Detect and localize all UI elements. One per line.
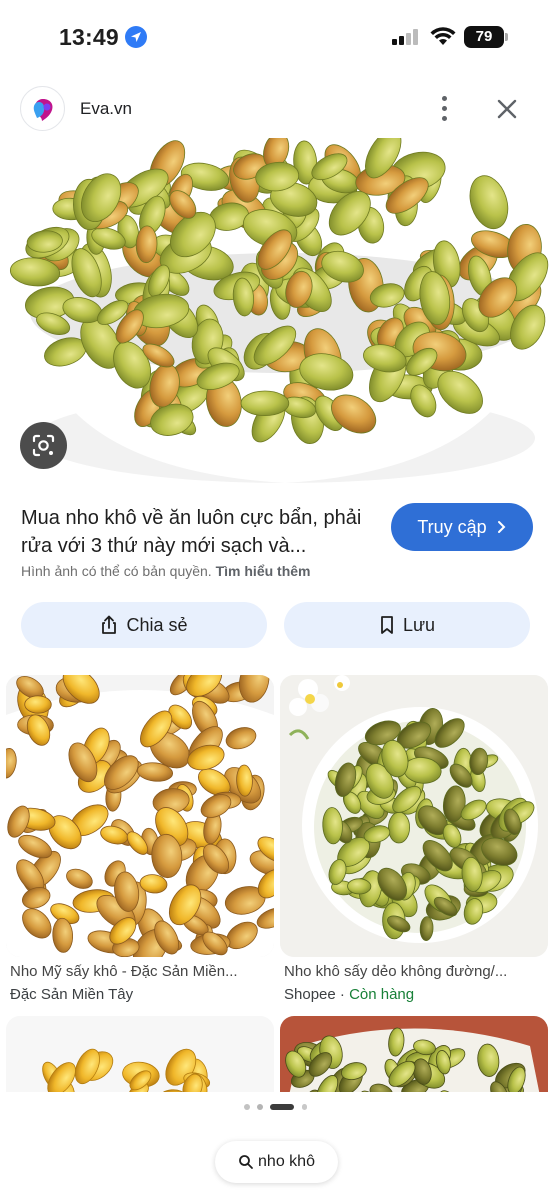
bookmark-icon (381, 616, 393, 634)
search-query: nho khô (258, 1153, 315, 1170)
close-icon[interactable] (492, 94, 522, 124)
wifi-icon (430, 27, 456, 45)
location-icon (125, 26, 147, 48)
visit-button[interactable]: Truy cập (391, 503, 533, 551)
related-caption-2[interactable]: Nho khô sấy dẻo không đường/... (284, 963, 546, 980)
related-source-2: Shopee · Còn hàng (284, 986, 414, 1003)
more-vertical-icon[interactable] (433, 94, 457, 124)
share-button[interactable]: Chia sẻ (21, 602, 267, 648)
learn-more-link[interactable]: Tìm hiểu thêm (216, 563, 311, 579)
share-label: Chia sẻ (126, 614, 188, 635)
result-title[interactable]: Mua nho khô về ăn luôn cực bẩn, phải rửa… (21, 504, 373, 560)
status-time: 13:49 (59, 24, 119, 50)
copyright-notice: Hình ảnh có thể có bản quyền. Tìm hiểu t… (21, 563, 311, 579)
related-caption-1[interactable]: Nho Mỹ sấy khô - Đặc Sản Miền... (10, 963, 272, 980)
battery-level: 79 (464, 26, 504, 48)
search-icon (239, 1155, 253, 1169)
share-icon (102, 615, 117, 634)
stock-status: Còn hàng (349, 986, 415, 1003)
save-label: Lưu (402, 614, 436, 635)
hero-image[interactable] (0, 138, 553, 490)
battery-nub (505, 33, 508, 41)
status-bar: 13:49 79 (0, 0, 553, 76)
related-image-2[interactable] (280, 675, 548, 957)
search-query-chip[interactable]: nho khô (215, 1141, 338, 1183)
source-name[interactable]: Eva.vn (80, 99, 132, 119)
visit-button-label: Truy cập (417, 516, 487, 537)
related-source-name-2: Shopee (284, 986, 336, 1003)
source-separator: · (339, 986, 350, 1003)
related-image-1[interactable] (6, 675, 274, 957)
chevron-right-icon (497, 521, 506, 533)
source-header: Eva.vn (0, 86, 553, 134)
eva-logo-icon[interactable] (20, 86, 65, 131)
related-source-1: Đặc Sản Miền Tây (10, 986, 134, 1003)
copyright-text: Hình ảnh có thể có bản quyền. (21, 563, 212, 579)
google-lens-icon[interactable] (20, 422, 67, 469)
save-button[interactable]: Lưu (284, 602, 530, 648)
cellular-signal-icon (392, 29, 420, 45)
